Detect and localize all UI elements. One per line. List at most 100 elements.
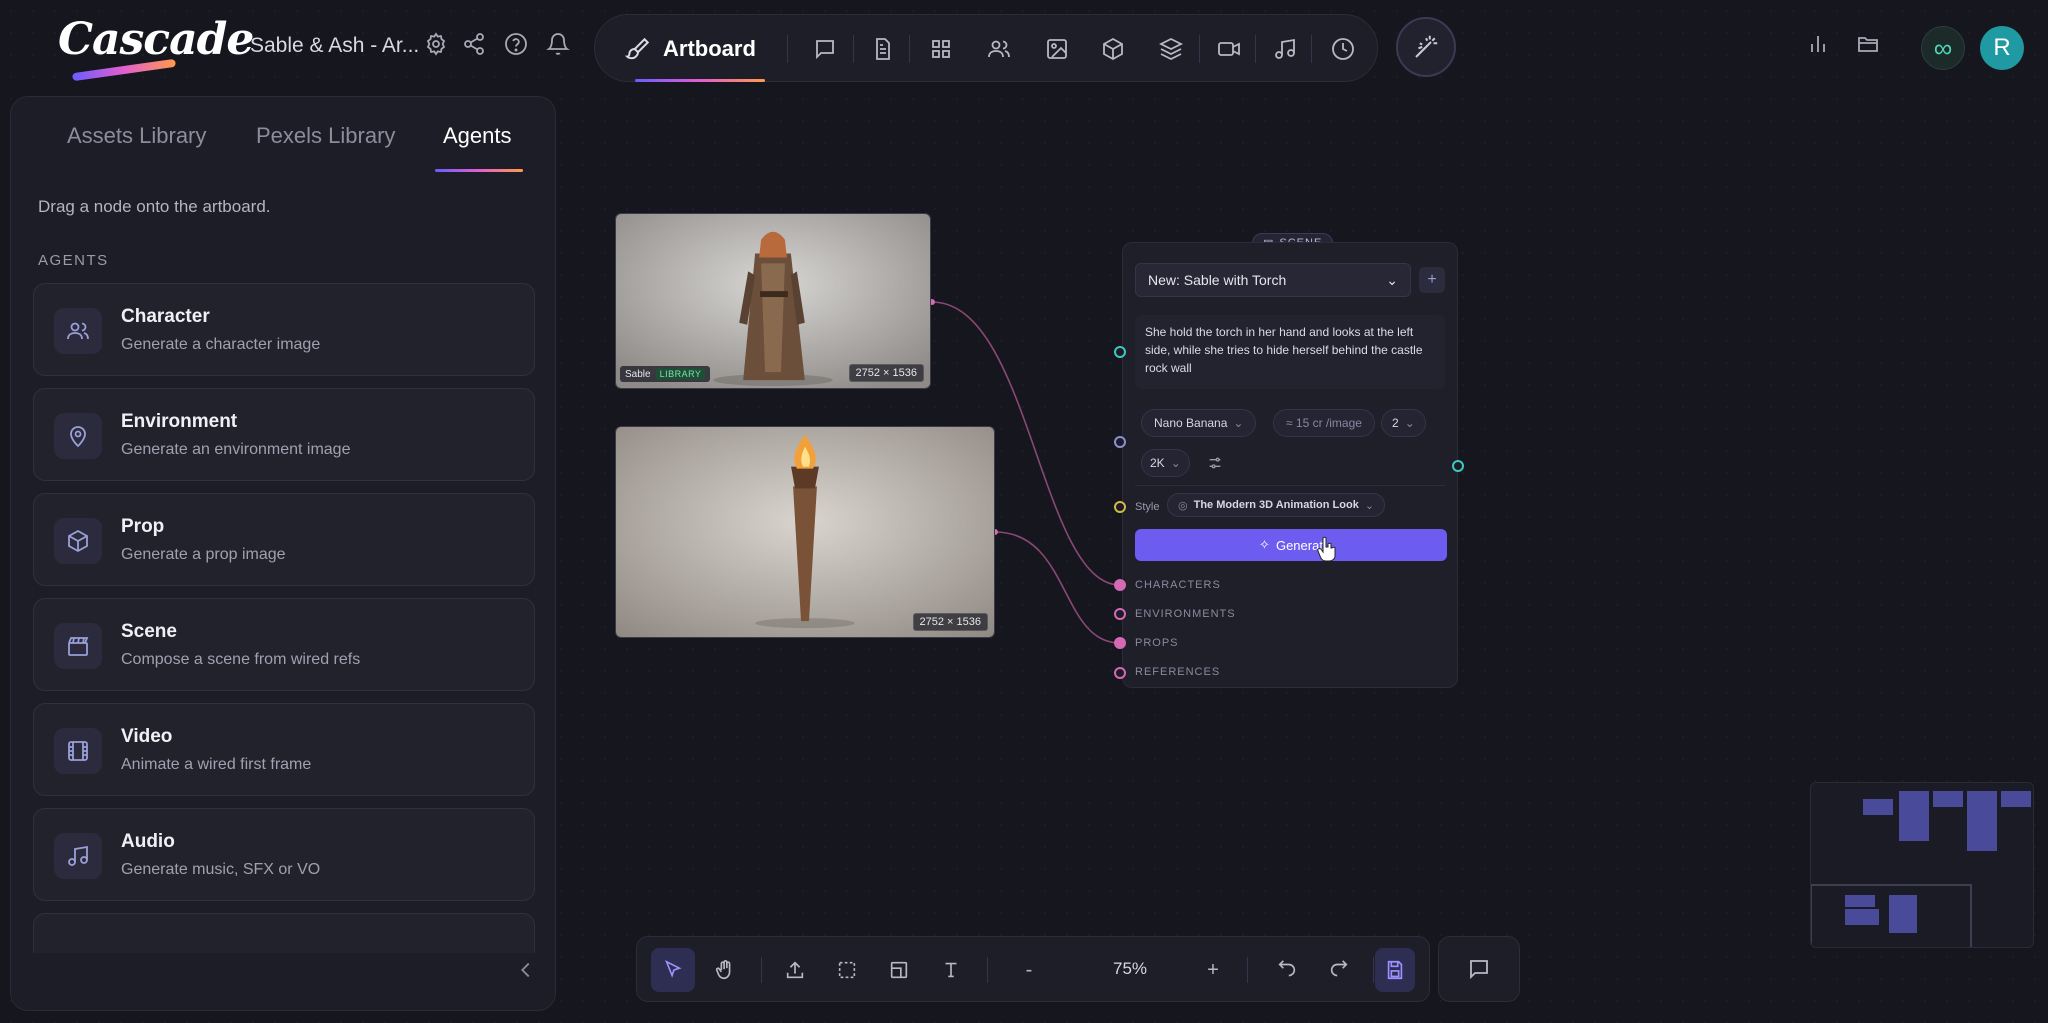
- toolbar-divider: [761, 957, 762, 983]
- input-port-props[interactable]: [1114, 637, 1126, 649]
- agent-card-character[interactable]: Character Generate a character image: [33, 283, 535, 376]
- agent-description: Generate an environment image: [121, 441, 351, 458]
- tab-pexels-library[interactable]: Pexels Library: [256, 123, 395, 149]
- add-scene-button[interactable]: +: [1419, 267, 1445, 293]
- agent-card-video[interactable]: Video Animate a wired first frame: [33, 703, 535, 796]
- agent-title: Video: [121, 726, 173, 747]
- library-tag: LIBRARY: [655, 368, 706, 380]
- toolbar-divider: [1373, 957, 1374, 983]
- agent-card-prop[interactable]: Prop Generate a prop image: [33, 493, 535, 586]
- users-icon[interactable]: [985, 35, 1013, 63]
- input-port-settings[interactable]: [1114, 436, 1126, 448]
- prop-image-node[interactable]: 2752 × 1536: [615, 426, 995, 638]
- undo-icon: [1278, 960, 1296, 977]
- settings-icon[interactable]: [424, 32, 452, 60]
- infinity-icon[interactable]: ∞: [1921, 26, 1965, 70]
- hand-tool-button[interactable]: [703, 948, 747, 992]
- select-tool-button[interactable]: [651, 948, 695, 992]
- scene-prompt-input[interactable]: She hold the torch in her hand and looks…: [1135, 315, 1445, 389]
- canvas-toolbar: - 75% +: [636, 936, 1430, 1002]
- bell-icon[interactable]: [546, 32, 574, 60]
- help-icon[interactable]: [504, 32, 532, 60]
- frame-tool-button[interactable]: [877, 948, 921, 992]
- tab-assets-library[interactable]: Assets Library: [67, 123, 206, 149]
- chevron-left-icon[interactable]: [515, 959, 539, 983]
- zoom-out-button[interactable]: -: [1007, 948, 1051, 992]
- model-select[interactable]: Nano Banana ⌄: [1141, 409, 1257, 437]
- agent-title: Audio: [121, 831, 175, 852]
- app-logo[interactable]: Cascade: [58, 14, 254, 65]
- toolbar-divider: [909, 35, 910, 63]
- style-label: Style: [1135, 501, 1160, 513]
- agent-card-scene[interactable]: Scene Compose a scene from wired refs: [33, 598, 535, 691]
- save-icon: [1387, 960, 1403, 980]
- comments-button[interactable]: [1438, 936, 1520, 1002]
- share-icon[interactable]: [462, 32, 490, 60]
- sliders-icon[interactable]: [1207, 455, 1223, 471]
- cube-icon: [54, 518, 102, 564]
- count-select[interactable]: 2 ⌄: [1381, 409, 1426, 437]
- style-select[interactable]: ◎ The Modern 3D Animation Look ⌄: [1167, 493, 1386, 517]
- clock-icon[interactable]: [1329, 35, 1357, 63]
- chat-icon[interactable]: [811, 35, 839, 63]
- resolution-select[interactable]: 2K ⌄: [1141, 449, 1190, 477]
- zoom-level[interactable]: 75%: [1113, 959, 1147, 979]
- magic-assistant-button[interactable]: [1396, 17, 1456, 77]
- marquee-select-button[interactable]: [825, 948, 869, 992]
- agent-title: Prop: [121, 516, 165, 537]
- agent-card-audio[interactable]: Audio Generate music, SFX or VO: [33, 808, 535, 901]
- avatar[interactable]: R: [1980, 26, 2024, 70]
- divider: [1135, 485, 1445, 486]
- port-label-characters: CHARACTERS: [1135, 579, 1221, 591]
- document-icon[interactable]: [869, 35, 897, 63]
- undo-button[interactable]: [1265, 948, 1309, 992]
- chevron-down-icon: ⌄: [1233, 416, 1244, 430]
- image-icon[interactable]: [1043, 35, 1071, 63]
- agent-description: Animate a wired first frame: [121, 756, 312, 773]
- scene-node[interactable]: New: Sable with Torch ⌄ + She hold the t…: [1122, 242, 1458, 688]
- text-tool-button[interactable]: [929, 948, 973, 992]
- panel-scrollbar[interactable]: [555, 503, 556, 601]
- library-panel: Assets Library Pexels Library Agents Dra…: [10, 96, 556, 1011]
- scene-select[interactable]: New: Sable with Torch ⌄: [1135, 263, 1411, 297]
- tab-agents[interactable]: Agents: [443, 123, 512, 149]
- analytics-icon[interactable]: [1806, 32, 1834, 60]
- comment-icon: [1470, 960, 1488, 980]
- input-port-style[interactable]: [1114, 501, 1126, 513]
- folder-icon[interactable]: [1856, 32, 1884, 60]
- agent-card-partial[interactable]: [33, 913, 535, 953]
- save-button[interactable]: [1375, 948, 1415, 992]
- minimap[interactable]: [1810, 782, 2034, 948]
- upload-icon: [786, 961, 804, 979]
- grid-icon[interactable]: [927, 35, 955, 63]
- agent-card-environment[interactable]: Environment Generate an environment imag…: [33, 388, 535, 481]
- project-title[interactable]: Sable & Ash - Ar...: [250, 34, 419, 58]
- agent-description: Generate a prop image: [121, 546, 286, 563]
- pointer-hand-icon: [1317, 536, 1336, 562]
- generate-button[interactable]: ✧ Generat: [1135, 529, 1447, 561]
- input-port-references[interactable]: [1114, 667, 1126, 679]
- layers-icon[interactable]: [1157, 35, 1185, 63]
- cube-icon[interactable]: [1099, 35, 1127, 63]
- users-icon: [54, 308, 102, 354]
- input-port-characters[interactable]: [1114, 579, 1126, 591]
- upload-button[interactable]: [773, 948, 817, 992]
- marquee-icon: [838, 961, 856, 979]
- port-label-props: PROPS: [1135, 637, 1179, 649]
- toolbar-divider: [1247, 957, 1248, 983]
- resolution-value: 2K: [1150, 456, 1165, 470]
- input-port-prompt[interactable]: [1114, 346, 1126, 358]
- input-port-environments[interactable]: [1114, 608, 1126, 620]
- artboard-mode-button[interactable]: Artboard: [621, 25, 781, 73]
- character-image-node[interactable]: Sable LIBRARY 2752 × 1536: [615, 213, 931, 389]
- redo-button[interactable]: [1317, 948, 1361, 992]
- section-label: AGENTS: [38, 252, 109, 269]
- video-icon[interactable]: [1215, 35, 1243, 63]
- music-icon[interactable]: [1271, 35, 1299, 63]
- chevron-down-icon: ⌄: [1170, 456, 1181, 470]
- dimensions-badge: 2752 × 1536: [912, 613, 988, 631]
- agent-title: Environment: [121, 411, 238, 432]
- redo-icon: [1330, 960, 1348, 977]
- zoom-in-button[interactable]: +: [1191, 948, 1235, 992]
- output-port[interactable]: [1452, 460, 1464, 472]
